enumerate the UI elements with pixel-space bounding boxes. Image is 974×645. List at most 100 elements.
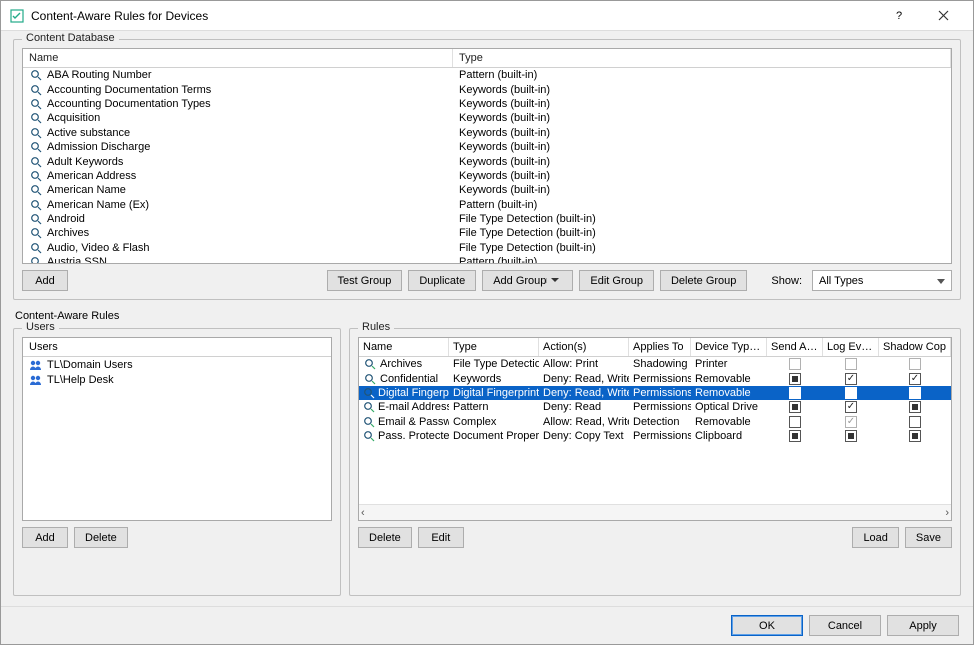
row-name: Archives [47, 227, 89, 239]
content-db-row[interactable]: American Address Keywords (built-in) [23, 169, 951, 183]
rule-type: Document Propert… [449, 430, 539, 442]
content-db-row[interactable]: ABA Routing Number Pattern (built-in) [23, 68, 951, 82]
rules-hscrollbar[interactable]: ‹› [359, 504, 951, 520]
users-list[interactable]: Users TL\Domain Users TL\Help Desk [22, 337, 332, 521]
checkbox[interactable] [845, 416, 857, 428]
column-type[interactable]: Type [453, 49, 951, 67]
row-name: Admission Discharge [47, 141, 150, 153]
checkbox[interactable] [909, 430, 921, 442]
user-row[interactable]: TL\Help Desk [23, 372, 331, 387]
content-db-row[interactable]: Archives File Type Detection (built-in) [23, 226, 951, 240]
checkbox[interactable] [789, 387, 801, 399]
rule-actions: Deny: Read [539, 401, 629, 413]
show-value: All Types [819, 275, 863, 287]
col-shadow-copy[interactable]: Shadow Cop [879, 338, 951, 356]
col-type[interactable]: Type [449, 338, 539, 356]
add-group-button[interactable]: Add Group [482, 270, 573, 291]
rule-device: Clipboard [691, 430, 767, 442]
checkbox[interactable] [909, 416, 921, 428]
row-name: Audio, Video & Flash [47, 242, 150, 254]
content-db-row[interactable]: American Name (Ex) Pattern (built-in) [23, 198, 951, 212]
rules-delete-button[interactable]: Delete [358, 527, 412, 548]
checkbox[interactable] [845, 373, 857, 385]
users-header[interactable]: Users [23, 338, 331, 357]
edit-group-button[interactable]: Edit Group [579, 270, 654, 291]
close-button[interactable] [921, 1, 965, 31]
content-db-row[interactable]: American Name Keywords (built-in) [23, 183, 951, 197]
users-icon [29, 374, 43, 386]
search-icon [29, 98, 43, 110]
row-name: Accounting Documentation Types [47, 98, 211, 110]
rule-type: Pattern [449, 401, 539, 413]
rule-row[interactable]: Digital Fingerprints Digital Fingerprint… [359, 386, 951, 400]
rules-list[interactable]: Name Type Action(s) Applies To Device Ty… [358, 337, 952, 521]
row-name: Acquisition [47, 112, 100, 124]
col-name[interactable]: Name [359, 338, 449, 356]
search-icon [29, 112, 43, 124]
col-send-alert[interactable]: Send Alert [767, 338, 823, 356]
content-db-row[interactable]: Acquisition Keywords (built-in) [23, 111, 951, 125]
titlebar: Content-Aware Rules for Devices ? [1, 1, 973, 31]
checkbox[interactable] [789, 373, 801, 385]
users-icon [29, 359, 43, 371]
dialog-window: Content-Aware Rules for Devices ? Conten… [0, 0, 974, 645]
content-db-row[interactable]: Accounting Documentation Terms Keywords … [23, 82, 951, 96]
content-db-row[interactable]: Active substance Keywords (built-in) [23, 126, 951, 140]
rule-row[interactable]: Confidential Keywords Deny: Read, Write … [359, 371, 951, 385]
col-log-event[interactable]: Log Event [823, 338, 879, 356]
rules-load-button[interactable]: Load [852, 527, 898, 548]
apply-button[interactable]: Apply [887, 615, 959, 636]
checkbox[interactable] [909, 358, 921, 370]
user-row[interactable]: TL\Domain Users [23, 357, 331, 372]
rule-row[interactable]: Email & Passwords Complex Allow: Read, W… [359, 415, 951, 429]
delete-group-button[interactable]: Delete Group [660, 270, 747, 291]
rule-row[interactable]: Archives File Type Detection Allow: Prin… [359, 357, 951, 371]
users-add-button[interactable]: Add [22, 527, 68, 548]
rule-actions: Deny: Read, Write [539, 387, 629, 399]
col-device[interactable]: Device Type(s) [691, 338, 767, 356]
checkbox[interactable] [789, 401, 801, 413]
row-name: Adult Keywords [47, 156, 123, 168]
column-name[interactable]: Name [23, 49, 453, 67]
rule-device: Optical Drive [691, 401, 767, 413]
rules-save-button[interactable]: Save [905, 527, 952, 548]
content-db-row[interactable]: Admission Discharge Keywords (built-in) [23, 140, 951, 154]
test-group-button[interactable]: Test Group [327, 270, 403, 291]
rule-row[interactable]: E-mail Address Pattern Deny: Read Permis… [359, 400, 951, 414]
checkbox[interactable] [909, 401, 921, 413]
row-type: Pattern (built-in) [453, 256, 951, 264]
duplicate-button[interactable]: Duplicate [408, 270, 476, 291]
content-database-list[interactable]: Name Type ABA Routing Number Pattern (bu… [22, 48, 952, 264]
col-applies[interactable]: Applies To [629, 338, 691, 356]
user-name: TL\Help Desk [47, 374, 114, 386]
rule-row[interactable]: Pass. Protected Document Propert… Deny: … [359, 429, 951, 443]
content-db-row[interactable]: Audio, Video & Flash File Type Detection… [23, 241, 951, 255]
content-db-row[interactable]: Android File Type Detection (built-in) [23, 212, 951, 226]
checkbox[interactable] [845, 401, 857, 413]
checkbox[interactable] [845, 430, 857, 442]
users-delete-button[interactable]: Delete [74, 527, 128, 548]
checkbox[interactable] [789, 430, 801, 442]
rule-type: Digital Fingerprints [449, 387, 539, 399]
checkbox[interactable] [909, 373, 921, 385]
ok-button[interactable]: OK [731, 615, 803, 636]
rules-edit-button[interactable]: Edit [418, 527, 464, 548]
help-button[interactable]: ? [877, 1, 921, 31]
content-db-row[interactable]: Austria SSN Pattern (built-in) [23, 255, 951, 264]
col-actions[interactable]: Action(s) [539, 338, 629, 356]
content-db-row[interactable]: Adult Keywords Keywords (built-in) [23, 154, 951, 168]
row-type: File Type Detection (built-in) [453, 213, 951, 225]
rule-actions: Allow: Print [539, 358, 629, 370]
row-type: Keywords (built-in) [453, 184, 951, 196]
checkbox[interactable] [789, 416, 801, 428]
show-select[interactable]: All Types [812, 270, 952, 291]
checkbox[interactable] [845, 358, 857, 370]
add-button[interactable]: Add [22, 270, 68, 291]
checkbox[interactable] [789, 358, 801, 370]
content-db-row[interactable]: Accounting Documentation Types Keywords … [23, 97, 951, 111]
checkbox[interactable] [845, 387, 857, 399]
rule-name: E-mail Address [378, 401, 449, 413]
cancel-button[interactable]: Cancel [809, 615, 881, 636]
checkbox[interactable] [909, 387, 921, 399]
search-icon [29, 242, 43, 254]
